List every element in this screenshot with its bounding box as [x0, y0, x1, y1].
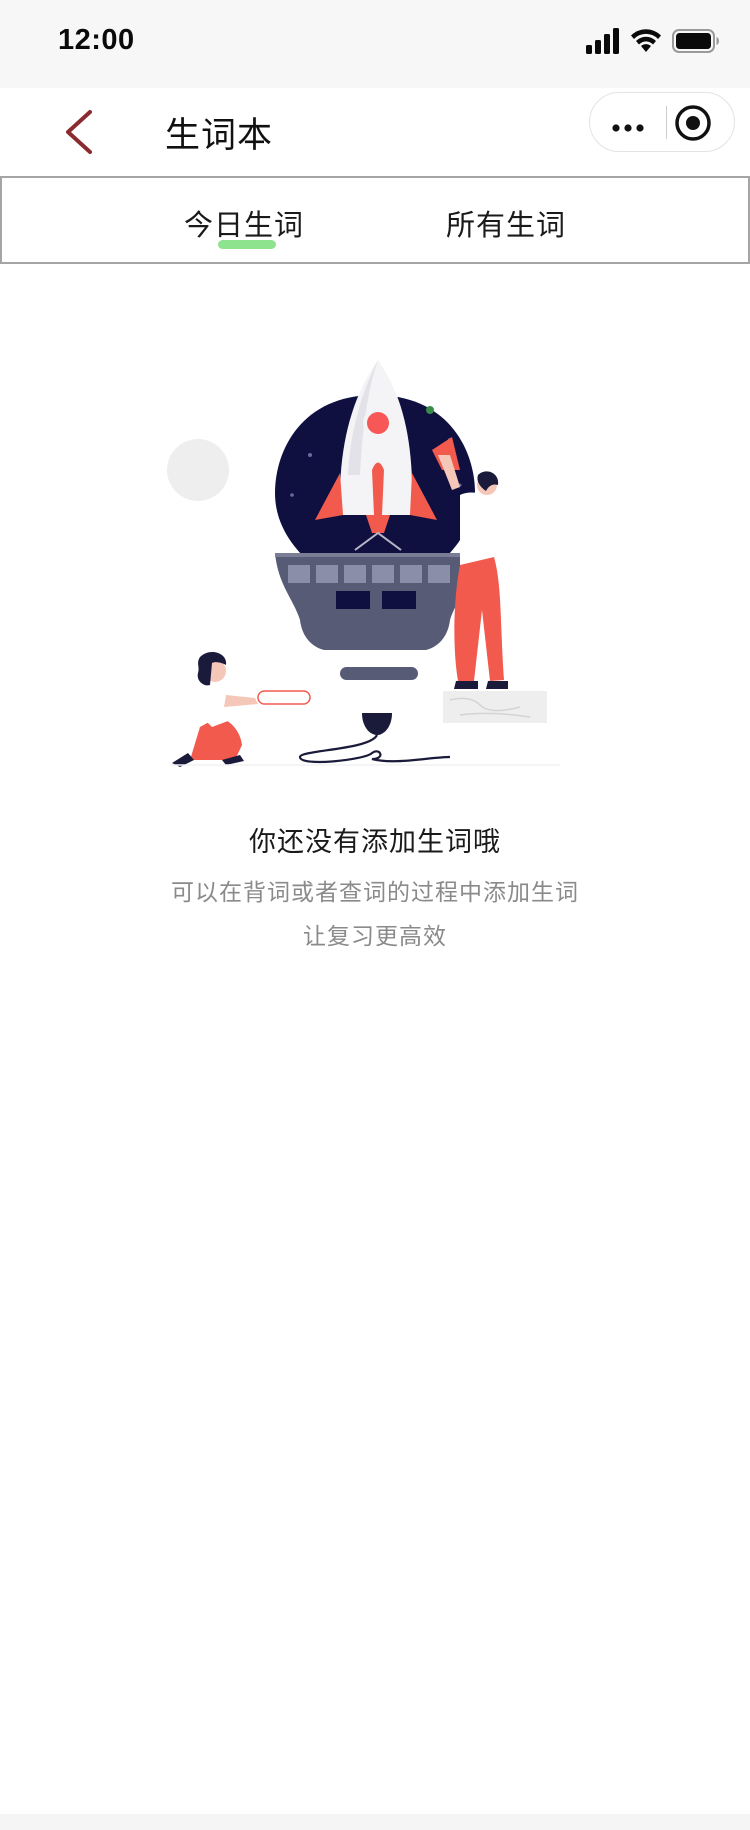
wifi-icon	[631, 29, 661, 52]
capsule-divider	[666, 106, 667, 139]
chevron-left-icon	[66, 110, 92, 154]
close-mini-program-button[interactable]	[668, 93, 734, 150]
more-button[interactable]	[590, 93, 662, 150]
tab-bar: 今日生词 所有生词	[0, 176, 750, 264]
page: 12:00 生词本 今日生词 所有生词 你还没有添加生词哦 可以在背词或者查词的…	[0, 0, 750, 1830]
empty-state-description: 可以在背词或者查词的过程中添加生词	[171, 880, 579, 906]
nav-bar: 生词本	[0, 88, 750, 176]
battery-icon	[672, 29, 719, 53]
tab-today-words[interactable]: 今日生词	[154, 178, 334, 262]
home-indicator-area	[0, 1814, 750, 1830]
mini-program-capsule	[589, 92, 735, 152]
more-dots-icon	[612, 124, 644, 132]
empty-state-title: 你还没有添加生词哦	[249, 827, 501, 858]
tab-label: 今日生词	[183, 208, 304, 242]
tab-all-words[interactable]: 所有生词	[416, 178, 596, 262]
power-cord	[298, 734, 451, 764]
back-button[interactable]	[52, 102, 112, 162]
page-title: 生词本	[165, 116, 274, 156]
target-icon	[675, 105, 711, 141]
empty-state-description-line2: 让复习更高效	[303, 924, 447, 950]
active-tab-indicator	[218, 240, 276, 249]
status-bar: 12:00	[0, 0, 750, 88]
sitting-woman	[172, 651, 258, 767]
signal-icon	[586, 28, 619, 54]
status-time: 12:00	[58, 24, 135, 56]
bulb-cap	[340, 667, 418, 680]
tab-label: 所有生词	[445, 208, 566, 242]
empty-state-illustration	[167, 360, 560, 767]
plug	[362, 713, 392, 735]
moon-circle	[167, 439, 229, 501]
pedestal	[443, 691, 547, 723]
held-tube	[257, 690, 311, 705]
